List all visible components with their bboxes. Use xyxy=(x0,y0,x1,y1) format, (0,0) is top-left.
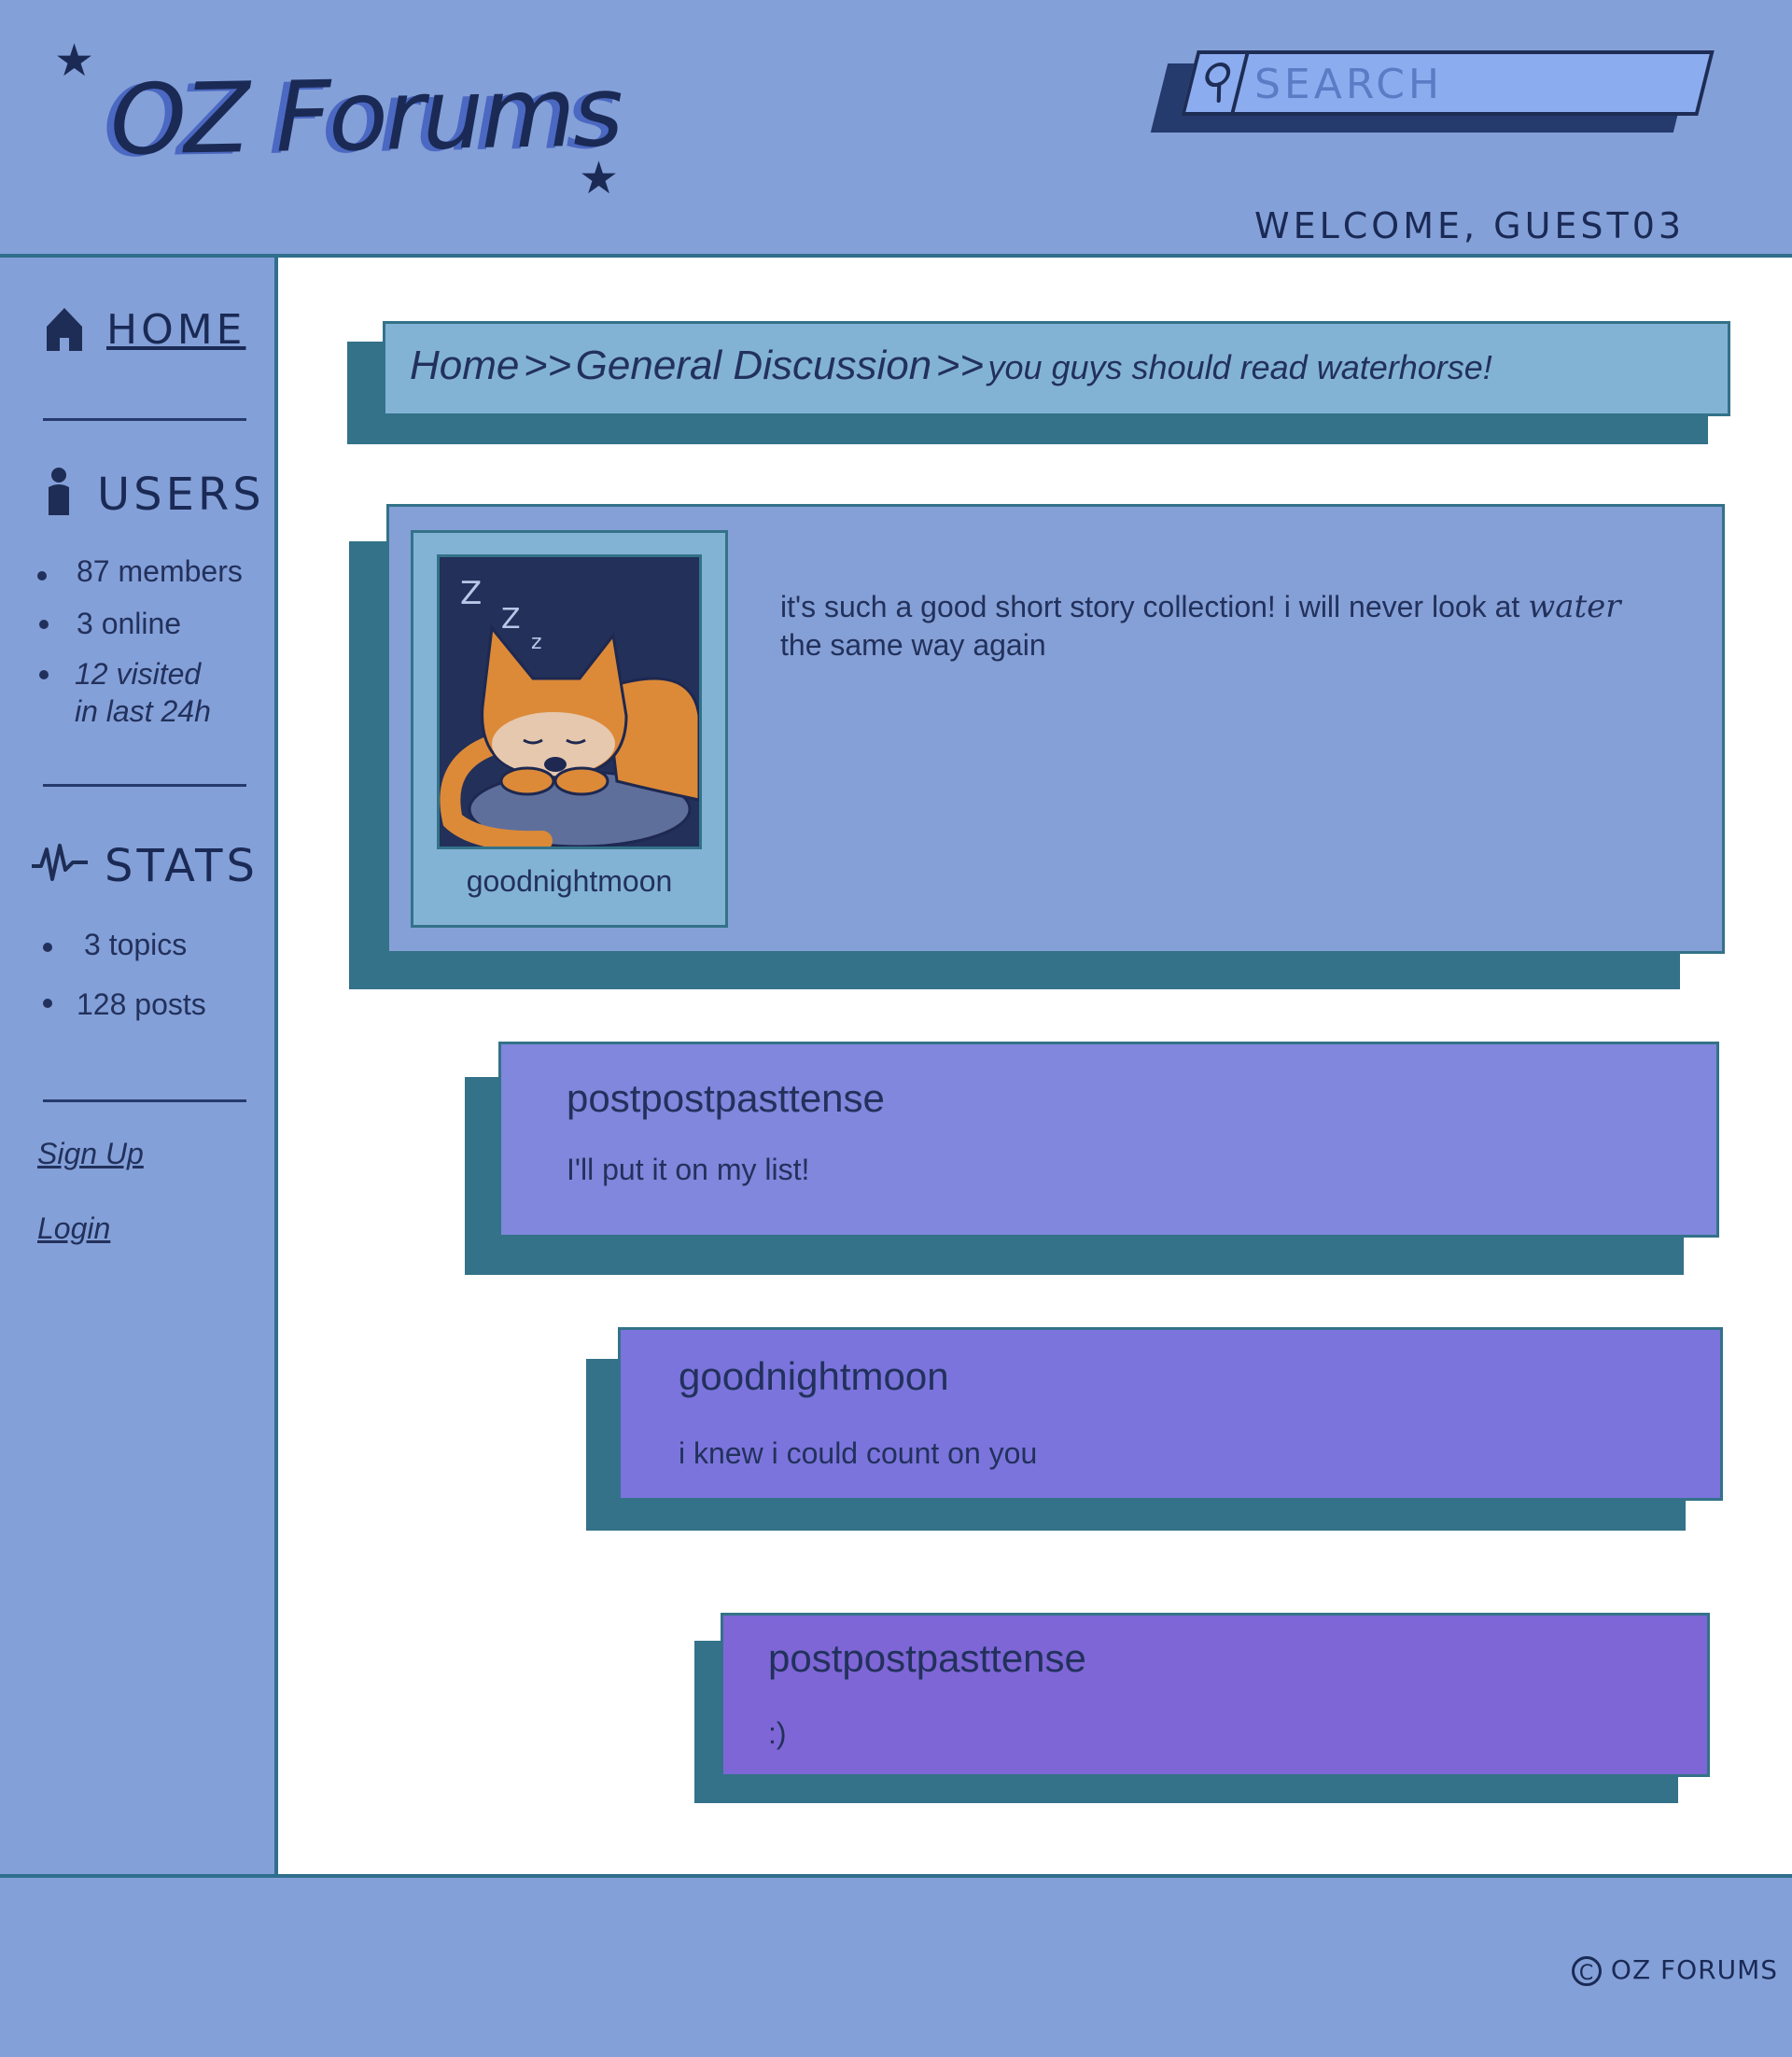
breadcrumb: Home >> General Discussion >> you guys s… xyxy=(383,321,1730,416)
stat-members: 87 members xyxy=(77,554,243,588)
bullet xyxy=(43,999,52,1008)
stat-visited-period: in last 24h xyxy=(75,694,211,728)
copyright-icon: C xyxy=(1572,1956,1602,1986)
stat-topics: 3 topics xyxy=(84,928,188,961)
pulse-icon xyxy=(32,844,88,881)
stat-online: 3 online xyxy=(77,607,182,640)
reply-post: postpostpasttense :) xyxy=(721,1613,1710,1777)
reply-body: I'll put it on my list! xyxy=(567,1153,810,1186)
star-icon: ★ xyxy=(54,36,95,86)
breadcrumb-separator: >> xyxy=(523,343,572,388)
logo-label: OZ Forums xyxy=(108,54,622,177)
breadcrumb-separator: >> xyxy=(935,343,985,388)
sidebar-divider xyxy=(43,784,246,787)
post-body-text: it's such a good short story collection!… xyxy=(780,590,1520,623)
welcome-message: WELCOME, GUEST03 xyxy=(1254,205,1686,246)
bullet xyxy=(39,620,49,629)
svg-text:Z: Z xyxy=(460,575,482,612)
post-body-emphasis: water xyxy=(1528,588,1621,625)
post-author[interactable]: goodnightmoon xyxy=(411,864,728,899)
search-input[interactable] xyxy=(1253,60,1686,108)
svg-text:z: z xyxy=(531,631,542,654)
bullet xyxy=(43,943,52,952)
breadcrumb-thread: you guys should read waterhorse! xyxy=(987,348,1492,386)
stat-visited: 12 visited xyxy=(75,657,202,691)
svg-text:Z: Z xyxy=(501,603,521,636)
reply-post: goodnightmoon i knew i could count on yo… xyxy=(618,1327,1723,1501)
bullet xyxy=(37,571,47,581)
login-link[interactable]: Login xyxy=(37,1211,110,1246)
search-bar[interactable] xyxy=(1150,50,1717,133)
sidebar-item-home-label: HOME xyxy=(106,306,246,354)
post-body-text: the same way again xyxy=(780,628,1046,662)
site-logo[interactable]: OZ Forums OZ Forums xyxy=(102,54,622,179)
breadcrumb-home[interactable]: Home xyxy=(410,343,519,388)
breadcrumb-category[interactable]: General Discussion xyxy=(576,343,932,388)
sleeping-cat-illustration: Z Z z xyxy=(440,557,699,847)
reply-post: postpostpasttense I'll put it on my list… xyxy=(498,1042,1719,1238)
sidebar-divider xyxy=(43,1099,246,1102)
reply-body: :) xyxy=(768,1716,787,1750)
avatar[interactable]: Z Z z xyxy=(437,554,702,849)
reply-author[interactable]: goodnightmoon xyxy=(679,1354,949,1399)
bullet xyxy=(39,670,49,679)
user-icon xyxy=(49,468,69,515)
home-icon xyxy=(47,308,82,351)
copyright-text: OZ FORUMS xyxy=(1610,1954,1779,1985)
stats-heading: STATS xyxy=(105,840,259,892)
reply-body: i knew i could count on you xyxy=(679,1436,1038,1470)
breadcrumb-trail: Home >> General Discussion >> you guys s… xyxy=(410,343,1492,389)
users-heading: USERS xyxy=(97,469,265,521)
signup-link[interactable]: Sign Up xyxy=(37,1137,144,1171)
reply-author[interactable]: postpostpasttense xyxy=(768,1636,1086,1681)
post-body: it's such a good short story collection!… xyxy=(780,588,1695,665)
reply-author[interactable]: postpostpasttense xyxy=(567,1076,885,1121)
copyright: C OZ FORUMS xyxy=(1572,1954,1778,1986)
site-footer xyxy=(0,1874,1792,2057)
stat-posts: 128 posts xyxy=(77,987,206,1021)
sidebar-divider xyxy=(43,418,246,421)
